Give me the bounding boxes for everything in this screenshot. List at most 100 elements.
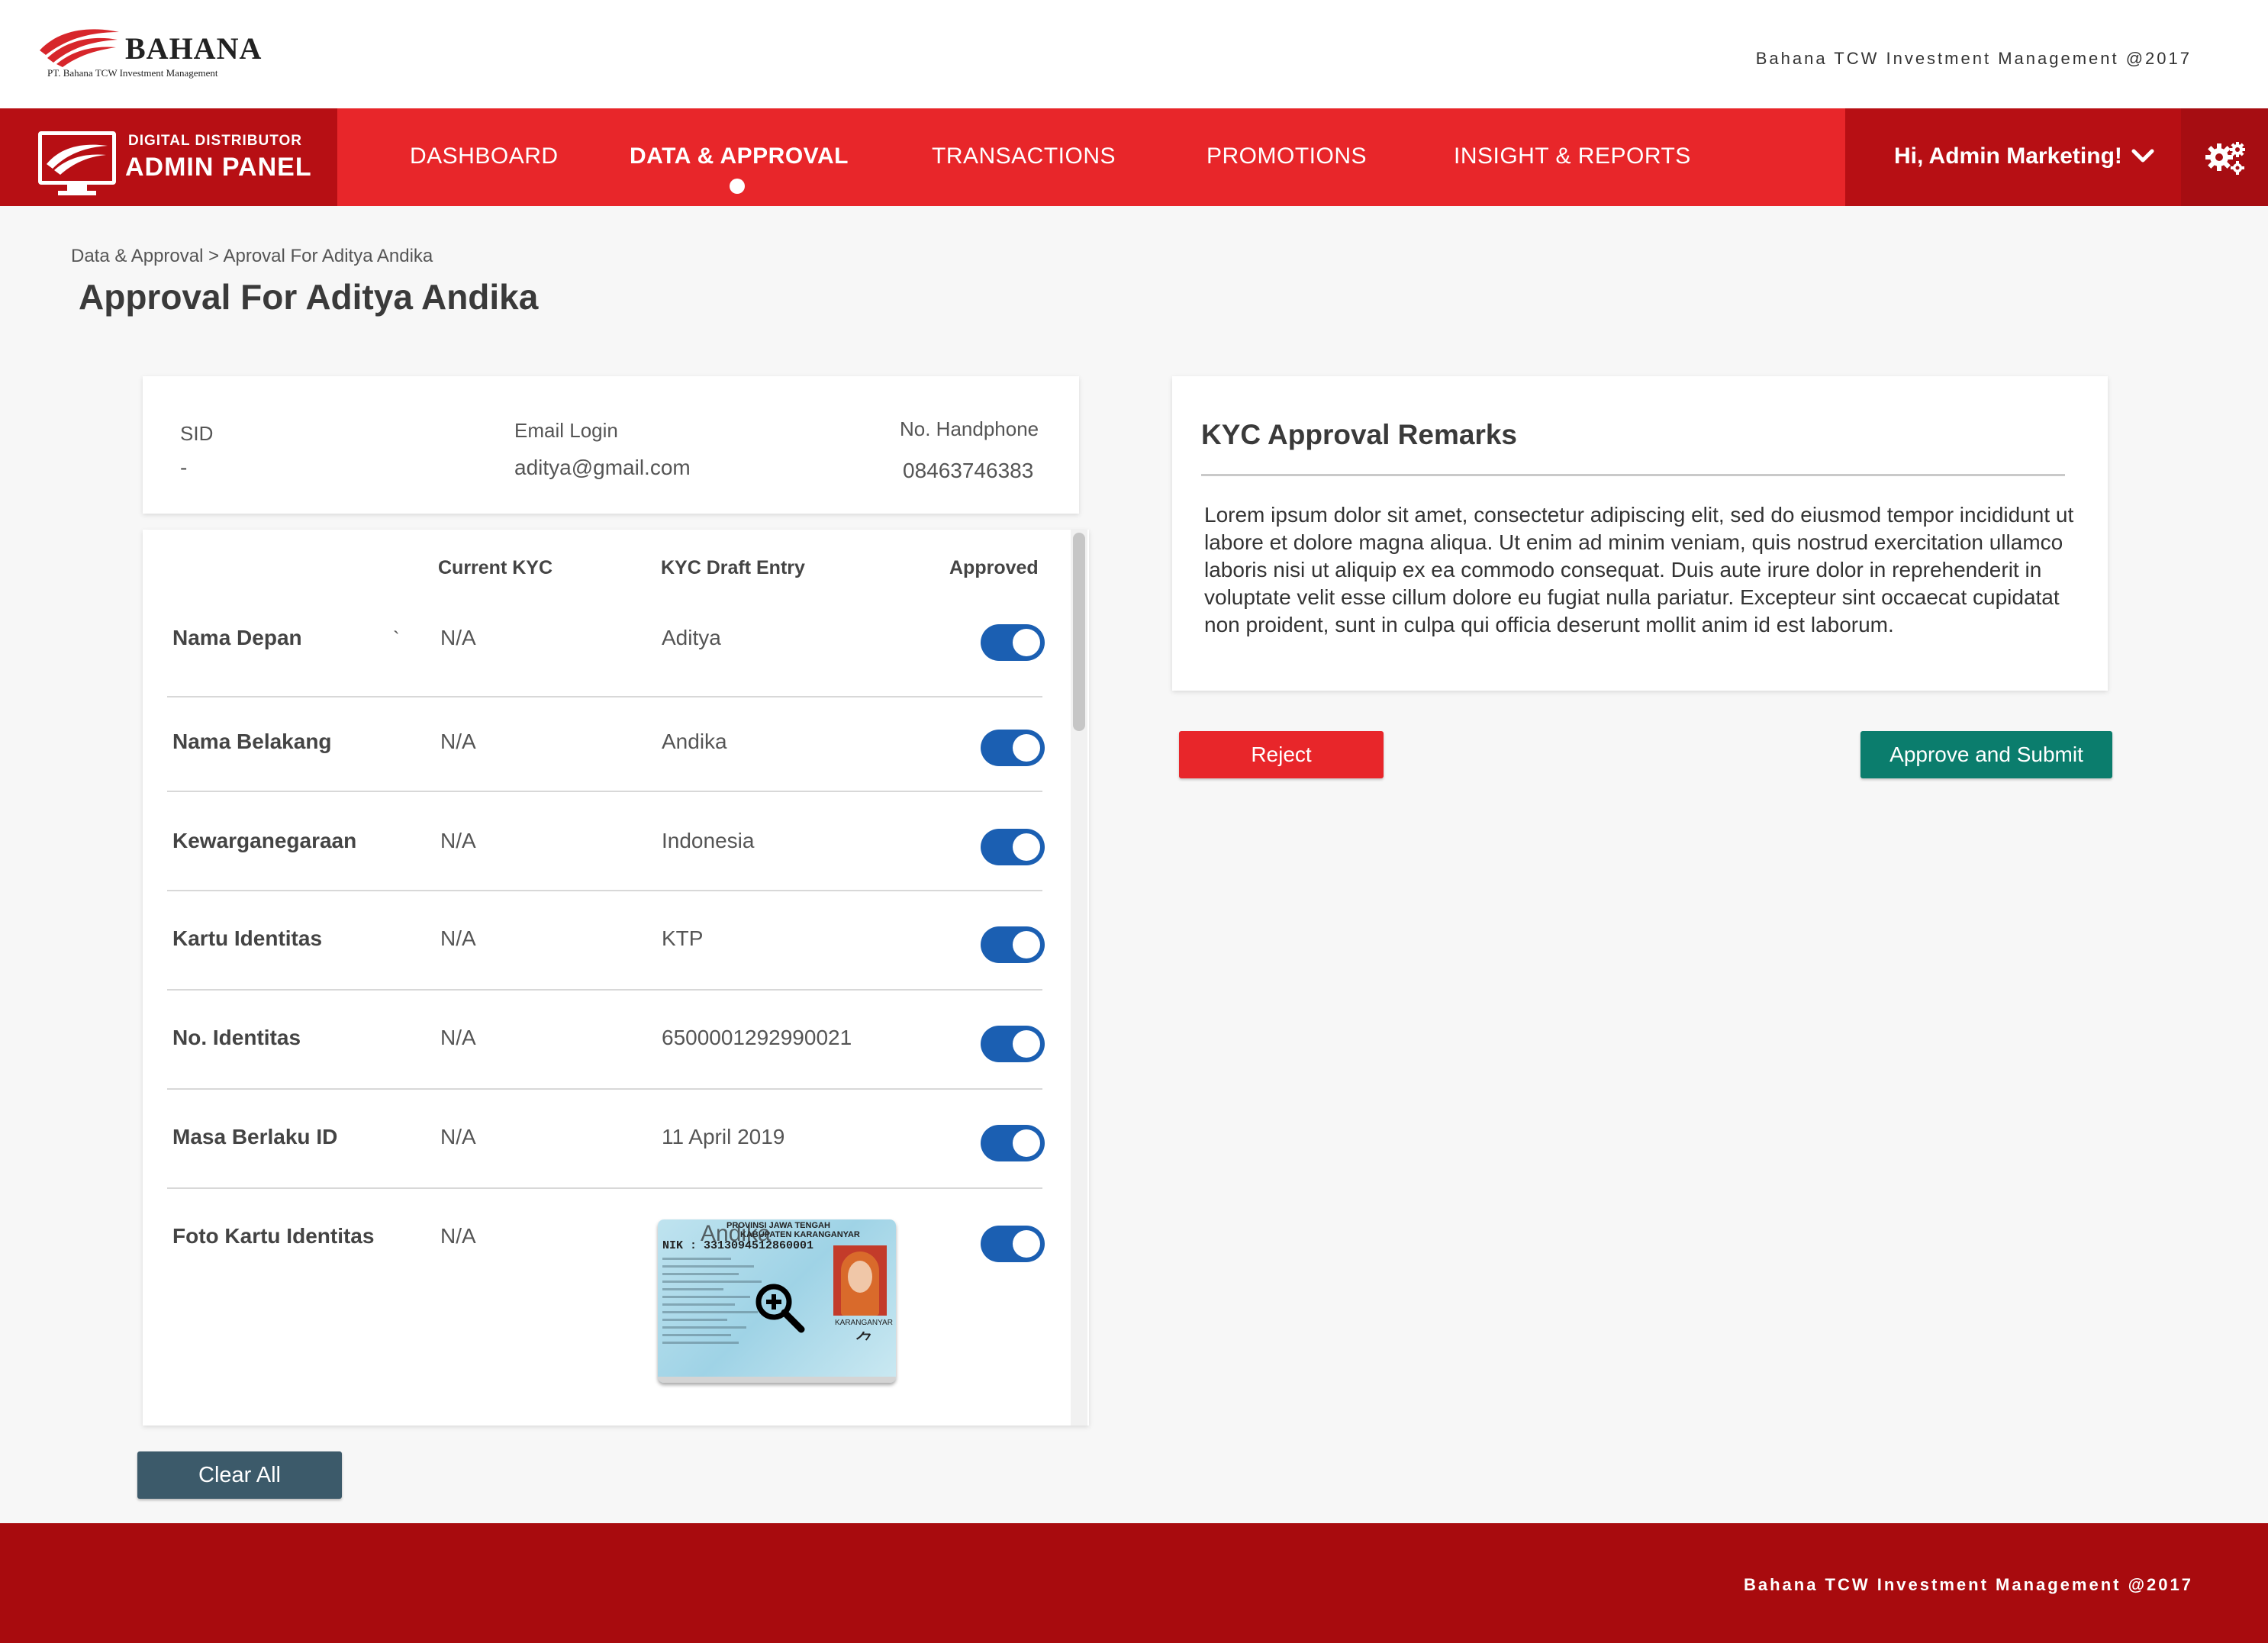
draft-value: Indonesia: [662, 829, 755, 852]
id-card-text-line: [662, 1288, 723, 1290]
table-row: No. Identitas N/A 6500001292990021: [167, 991, 1045, 1090]
kyc-comparison-table: Current KYC KYC Draft Entry Approved ` N…: [143, 530, 1089, 1426]
field-label: Nama Belakang: [172, 730, 332, 753]
id-card-text-line: [662, 1334, 731, 1336]
id-card-shadow-edge: [658, 1377, 896, 1383]
logo-wordmark: BAHANA: [125, 31, 263, 66]
field-label: Kartu Identitas: [172, 926, 323, 950]
email-label: Email Login: [514, 419, 618, 442]
monitor-base: [58, 191, 96, 195]
draft-value: 11 April 2019: [662, 1125, 785, 1148]
id-photo-face: [848, 1261, 872, 1293]
settings-button[interactable]: [2181, 108, 2268, 206]
current-value: N/A: [440, 829, 476, 852]
current-value: N/A: [440, 730, 476, 753]
table-scrollbar[interactable]: [1071, 530, 1087, 1426]
brand-title: ADMIN PANEL: [125, 153, 312, 182]
approve-toggle[interactable]: [981, 624, 1045, 661]
sid-value: -: [180, 456, 188, 479]
id-card-text-line: [662, 1326, 746, 1329]
field-label: Nama Depan: [172, 626, 302, 649]
approve-toggle[interactable]: [981, 829, 1045, 865]
kyc-remarks-card: KYC Approval Remarks Lorem ipsum dolor s…: [1172, 376, 2108, 691]
field-label: Foto Kartu Identitas: [172, 1224, 375, 1248]
id-card-text-line: [662, 1319, 727, 1321]
draft-value: Andika: [662, 730, 727, 753]
email-value: aditya@gmail.com: [514, 456, 691, 479]
current-value: N/A: [440, 926, 476, 950]
brand-subtitle: DIGITAL DISTRIBUTOR: [128, 133, 302, 149]
clear-all-button[interactable]: Clear All: [137, 1451, 342, 1499]
id-card-text-line: [662, 1273, 739, 1275]
nav-transactions[interactable]: TRANSACTIONS: [932, 143, 1116, 169]
column-kyc-draft-entry: KYC Draft Entry: [661, 557, 805, 578]
phone-value: 08463746383: [903, 459, 1034, 482]
user-menu[interactable]: Hi, Admin Marketing!: [1845, 108, 2181, 206]
id-card-nik: NIK : 3313094512860001: [662, 1239, 814, 1252]
active-nav-indicator: [730, 179, 745, 194]
approve-toggle[interactable]: [981, 1226, 1045, 1262]
id-card-photo: [833, 1245, 887, 1316]
top-header: BAHANA PT. Bahana TCW Investment Managem…: [0, 0, 2268, 108]
approve-toggle[interactable]: [981, 1026, 1045, 1062]
footer: Bahana TCW Investment Management @2017: [0, 1523, 2268, 1643]
toggle-knob: [1013, 1030, 1040, 1058]
nav-promotions[interactable]: PROMOTIONS: [1206, 143, 1367, 169]
toggle-knob: [1013, 931, 1040, 958]
id-card-text-line: [662, 1281, 762, 1283]
monitor-icon: [38, 131, 116, 185]
nav-insight-reports[interactable]: INSIGHT & REPORTS: [1454, 143, 1691, 169]
toggle-knob: [1013, 833, 1040, 861]
current-value: N/A: [440, 1125, 476, 1148]
current-value: N/A: [440, 1224, 476, 1248]
page-title: Approval For Aditya Andika: [79, 277, 539, 317]
current-value: N/A: [440, 626, 476, 649]
toggle-knob: [1013, 629, 1040, 656]
approve-submit-button[interactable]: Approve and Submit: [1860, 731, 2112, 778]
draft-value: Aditya: [662, 626, 721, 649]
toggle-knob: [1013, 1129, 1040, 1157]
field-label: Kewarganegaraan: [172, 829, 357, 852]
table-row: Nama Depan N/A Aditya: [167, 603, 1045, 697]
admin-panel-brand[interactable]: DIGITAL DISTRIBUTOR ADMIN PANEL: [0, 108, 337, 206]
toggle-knob: [1013, 734, 1040, 762]
toggle-knob: [1013, 1230, 1040, 1258]
table-scrollbar-thumb[interactable]: [1073, 533, 1085, 731]
id-card-signature: ⺈: [855, 1330, 875, 1353]
remarks-text[interactable]: Lorem ipsum dolor sit amet, consectetur …: [1204, 501, 2074, 639]
user-greeting: Hi, Admin Marketing!: [1894, 143, 2122, 169]
approve-toggle[interactable]: [981, 926, 1045, 963]
bahana-logo[interactable]: BAHANA PT. Bahana TCW Investment Managem…: [37, 24, 266, 85]
draft-value: 6500001292990021: [662, 1026, 852, 1049]
reject-button[interactable]: Reject: [1179, 731, 1384, 778]
nav-dashboard[interactable]: DASHBOARD: [410, 143, 559, 169]
table-row: Masa Berlaku ID N/A 11 April 2019: [167, 1090, 1045, 1189]
table-row: Kewarganegaraan N/A Indonesia: [167, 792, 1045, 891]
id-card-text-line: [662, 1258, 731, 1260]
id-card-text-line: [662, 1296, 750, 1298]
logo-subtitle: PT. Bahana TCW Investment Management: [47, 67, 218, 79]
field-label: Masa Berlaku ID: [172, 1125, 338, 1148]
nav-data-approval[interactable]: DATA & APPROVAL: [630, 143, 849, 169]
id-card-text-line: [662, 1265, 754, 1268]
draft-value: KTP: [662, 926, 704, 950]
approve-toggle[interactable]: [981, 730, 1045, 766]
remarks-divider: [1201, 474, 2065, 476]
sid-label: SID: [180, 422, 214, 445]
zoom-in-icon[interactable]: [751, 1279, 809, 1337]
main-navbar: DIGITAL DISTRIBUTOR ADMIN PANEL DASHBOAR…: [0, 108, 2268, 206]
id-card-text-line: [662, 1303, 735, 1306]
id-card-thumbnail[interactable]: PROVINSI JAWA TENGAH KABUPATEN KARANGANY…: [658, 1219, 896, 1383]
approve-toggle[interactable]: [981, 1125, 1045, 1161]
phone-label: No. Handphone: [900, 417, 1039, 440]
column-approved: Approved: [949, 557, 1039, 578]
gear-icon: [2205, 142, 2245, 175]
field-label: No. Identitas: [172, 1026, 301, 1049]
column-current-kyc: Current KYC: [438, 557, 553, 578]
chevron-down-icon: [2131, 149, 2154, 163]
breadcrumb[interactable]: Data & Approval > Aproval For Aditya And…: [71, 246, 433, 267]
table-row: Foto Kartu Identitas N/A: [167, 1189, 1045, 1418]
header-copyright: Bahana TCW Investment Management @2017: [1755, 49, 2192, 68]
remarks-title: KYC Approval Remarks: [1201, 419, 1517, 450]
table-row: Kartu Identitas N/A KTP: [167, 891, 1045, 991]
